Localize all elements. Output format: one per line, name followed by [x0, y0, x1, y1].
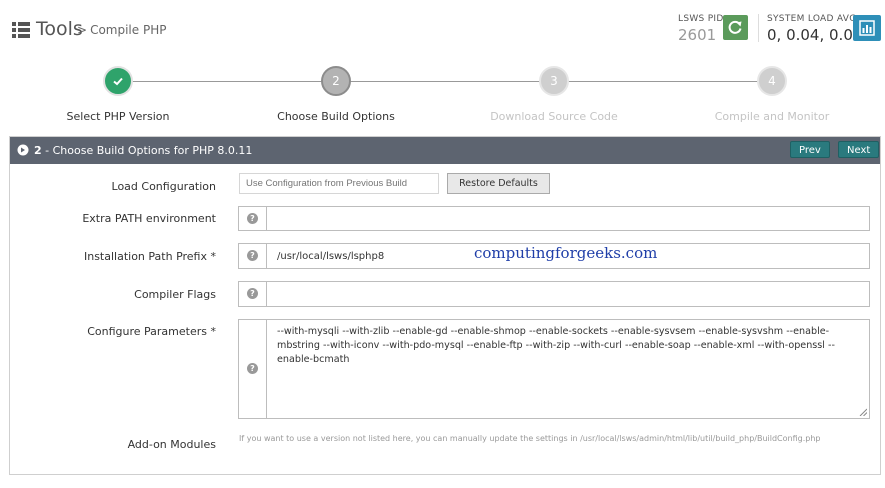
refresh-icon	[728, 20, 742, 34]
question-circle-icon: ?	[247, 212, 258, 224]
resize-handle-icon[interactable]	[859, 408, 867, 416]
step-download-source-code: 3 Download Source Code	[474, 66, 634, 123]
bar-chart-icon	[859, 20, 875, 36]
step-3-circle: 3	[539, 66, 569, 96]
installation-prefix-label: Installation Path Prefix *	[83, 250, 216, 263]
compiler-flags-help[interactable]: ?	[239, 282, 267, 306]
build-options-panel: 2 - Choose Build Options for PHP 8.0.11 …	[9, 136, 881, 475]
addon-modules-label: Add-on Modules	[127, 438, 216, 451]
extra-path-help[interactable]: ?	[239, 207, 267, 230]
reload-button[interactable]	[723, 15, 748, 40]
installation-prefix-help[interactable]: ?	[239, 244, 267, 268]
compiler-flags-label: Compiler Flags	[134, 288, 216, 301]
restore-defaults-button[interactable]: Restore Defaults	[447, 173, 550, 194]
list-icon	[12, 22, 30, 38]
step-label: Compile and Monitor	[714, 110, 830, 123]
step-select-php-version[interactable]: Select PHP Version	[38, 66, 198, 123]
addon-modules-hint: If you want to use a version not listed …	[239, 434, 821, 443]
panel-title: 2 - Choose Build Options for PHP 8.0.11	[34, 144, 252, 157]
system-load-widget: SYSTEM LOAD AVG 0, 0.04, 0.02	[767, 14, 862, 44]
lsws-pid-value: 2601	[678, 26, 717, 44]
panel-step-number: 2	[34, 144, 42, 157]
check-icon	[113, 77, 123, 86]
step-label: Download Source Code	[490, 110, 618, 123]
configure-parameters-label: Configure Parameters *	[87, 325, 216, 338]
step-2-circle: 2	[321, 66, 351, 96]
system-load-value: 0, 0.04, 0.02	[767, 26, 863, 44]
wizard-steps: Select PHP Version 2 Choose Build Option…	[0, 60, 885, 130]
panel-title-text: - Choose Build Options for PHP 8.0.11	[41, 144, 253, 157]
configure-parameters-value: --with-mysqli --with-zlib --enable-gd --…	[277, 326, 835, 365]
breadcrumb-separator: >	[77, 23, 88, 37]
system-load-chart-button[interactable]	[853, 15, 881, 41]
configure-parameters-help[interactable]: ?	[239, 320, 267, 418]
step-1-circle	[103, 66, 133, 96]
lsws-pid-widget: LSWS PID 2601	[678, 14, 724, 44]
compiler-flags-field[interactable]: ?	[238, 281, 870, 307]
next-button[interactable]: Next	[838, 141, 880, 158]
page-title: Tools	[36, 18, 83, 40]
load-configuration-input[interactable]	[239, 173, 439, 194]
extra-path-label: Extra PATH environment	[82, 212, 216, 225]
configure-parameters-field[interactable]: ? --with-mysqli --with-zlib --enable-gd …	[238, 319, 870, 419]
load-configuration-label: Load Configuration	[111, 180, 216, 193]
breadcrumb: > Compile PHP	[77, 23, 166, 37]
watermark-text: computingforgeeks.com	[474, 244, 658, 262]
step-4-circle: 4	[757, 66, 787, 96]
header-divider	[758, 14, 759, 42]
step-label: Choose Build Options	[277, 110, 395, 123]
step-choose-build-options[interactable]: 2 Choose Build Options	[256, 66, 416, 123]
panel-header: 2 - Choose Build Options for PHP 8.0.11 …	[10, 137, 880, 164]
step-compile-and-monitor: 4 Compile and Monitor	[692, 66, 852, 123]
arrow-circle-right-icon	[17, 144, 29, 156]
system-load-label: SYSTEM LOAD AVG	[767, 14, 857, 24]
page-header: Tools > Compile PHP LSWS PID 2601 SYSTEM …	[0, 0, 885, 60]
question-circle-icon: ?	[247, 288, 258, 299]
wizard-progress-line	[118, 81, 772, 82]
step-label: Select PHP Version	[66, 110, 170, 123]
lsws-pid-label: LSWS PID	[678, 14, 724, 24]
question-circle-icon: ?	[247, 250, 258, 261]
extra-path-field[interactable]: ?	[238, 206, 870, 231]
prev-button[interactable]: Prev	[790, 141, 830, 158]
question-circle-icon: ?	[247, 363, 258, 374]
breadcrumb-current: Compile PHP	[90, 23, 167, 37]
